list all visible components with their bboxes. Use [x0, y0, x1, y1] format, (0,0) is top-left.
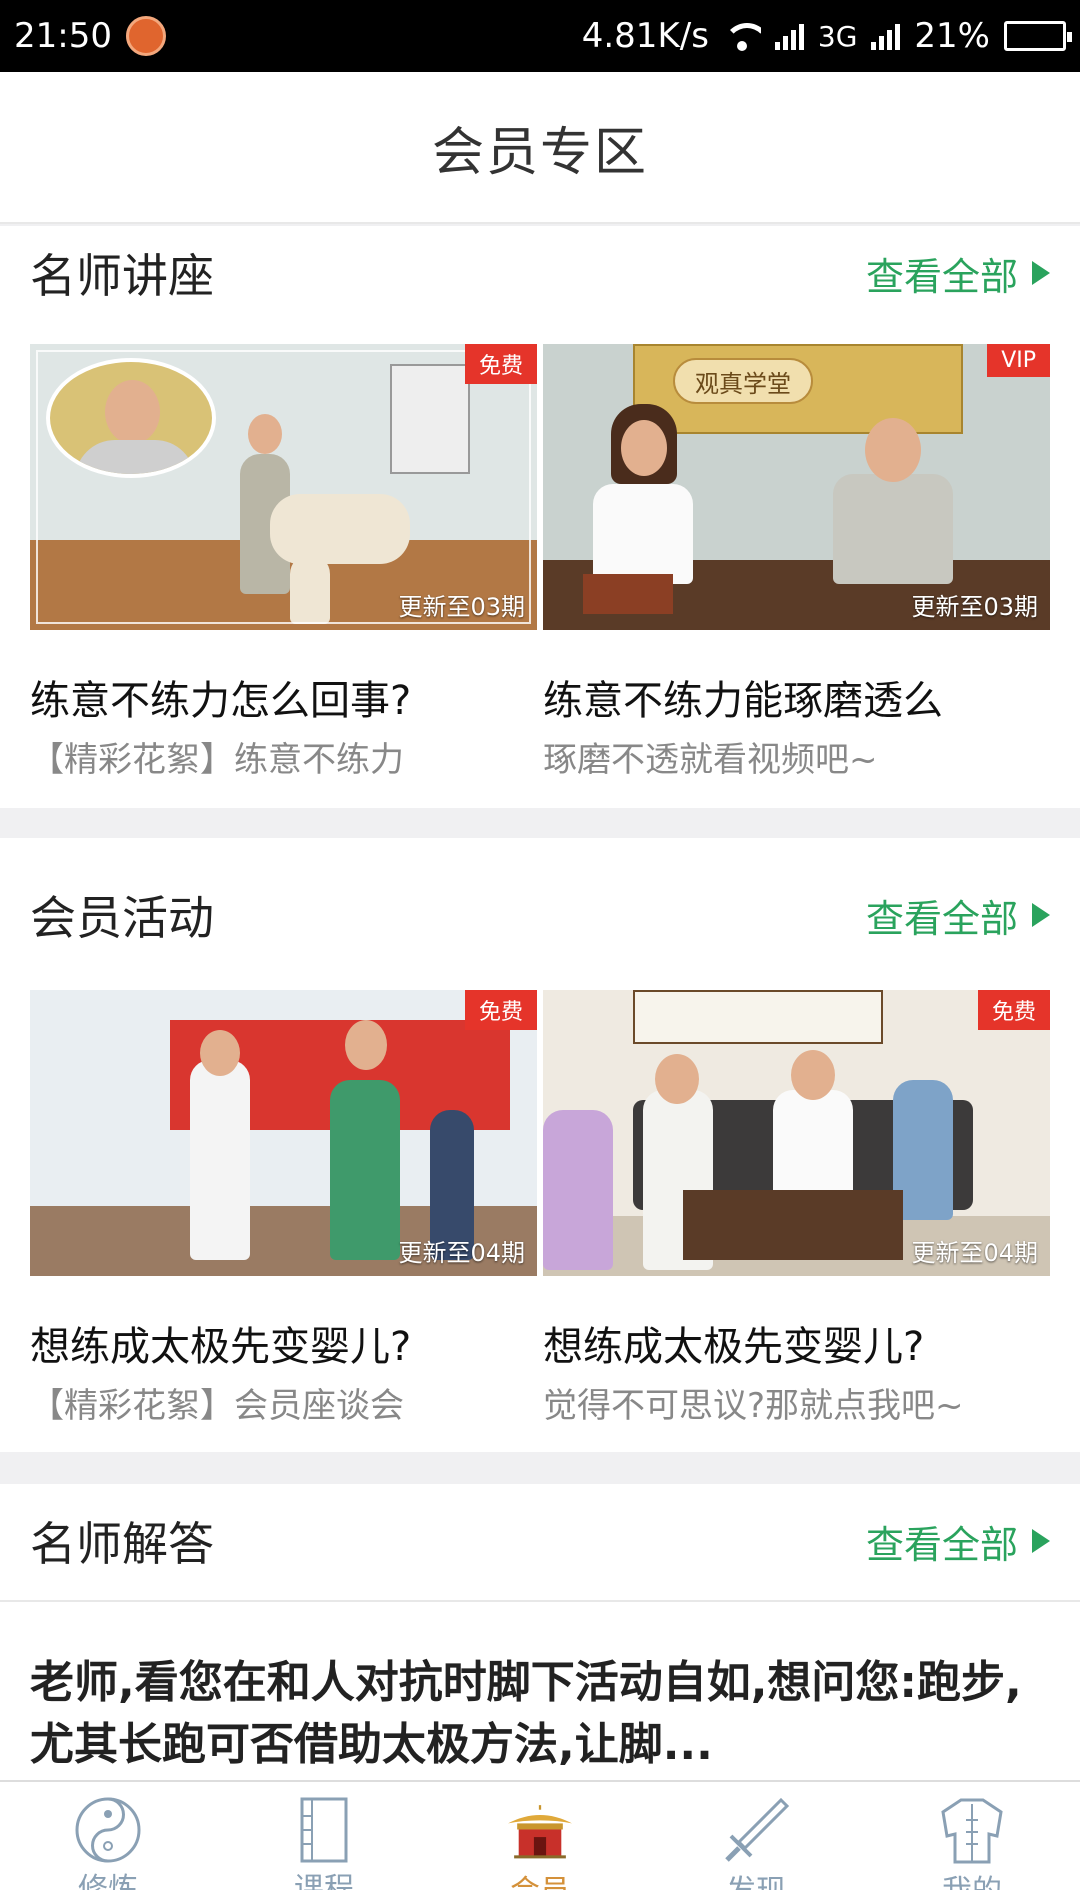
tab-label: 会员: [510, 1866, 570, 1890]
card-subtitle: 【精彩花絮】练意不练力: [30, 740, 404, 780]
card-title: 练意不练力怎么回事?: [30, 678, 412, 724]
tab-label: 课程: [294, 1872, 354, 1890]
video-thumbnail: 观真学堂 VIP 更新至03期: [543, 344, 1050, 630]
tab-label: 发现: [726, 1866, 786, 1890]
update-label: 更新至04期: [398, 1239, 525, 1267]
section-title: 名师解答: [30, 1517, 214, 1571]
view-all-label: 查看全部: [865, 254, 1018, 299]
update-label: 更新至04期: [911, 1239, 1038, 1267]
battery-percent: 21%: [914, 16, 990, 56]
card-subtitle: 觉得不可思议?那就点我吧~: [543, 1386, 964, 1426]
free-badge: 免费: [464, 990, 537, 1030]
video-thumbnail: 免费 更新至03期: [30, 344, 537, 630]
play-arrow-icon: [1032, 261, 1050, 285]
activity-card-2[interactable]: 免费 更新至04期 想练成太极先变婴儿? 觉得不可思议?那就点我吧~: [543, 990, 1050, 1427]
card-title: 想练成太极先变婴儿?: [30, 1324, 412, 1370]
app-notification-icon: [125, 16, 166, 56]
sword-icon: [721, 1796, 791, 1866]
play-arrow-icon: [1032, 903, 1050, 927]
network-type: 3G: [817, 19, 858, 53]
network-speed: 4.81K/s: [581, 16, 709, 56]
status-bar: 21:50 4.81K/s 3G 21%: [0, 0, 1080, 72]
question-text: 老师,看您在和人对抗时脚下活动自如,想问您:跑步,尤其长跑可否借助太极方法,让脚…: [30, 1657, 1022, 1770]
vip-badge: VIP: [987, 344, 1050, 377]
card-subtitle: 【精彩花絮】会员座谈会: [30, 1386, 404, 1426]
tab-label: 我的: [942, 1866, 1002, 1890]
tab-members[interactable]: 会员: [432, 1782, 648, 1890]
pavilion-icon: [505, 1796, 575, 1866]
section-lectures: 名师讲座 查看全部 免费 更新至03期 练意不练力怎么回事? 【精彩花絮】练意不…: [0, 226, 1080, 808]
update-label: 更新至03期: [398, 593, 525, 621]
section-activities: 会员活动 查看全部 免费 更新至04期 想练成太极先变婴儿? 【精彩花絮】会员座…: [0, 838, 1080, 1452]
book-icon: [289, 1796, 359, 1864]
video-thumbnail: 免费 更新至04期: [543, 990, 1050, 1276]
lecture-card-1[interactable]: 免费 更新至03期 练意不练力怎么回事? 【精彩花絮】练意不练力: [30, 344, 537, 781]
view-all-answers-link[interactable]: 查看全部: [866, 1514, 1050, 1569]
taiji-icon: [73, 1796, 143, 1864]
section-answers: 名师解答 查看全部: [0, 1484, 1080, 1600]
view-all-lectures-link[interactable]: 查看全部: [866, 246, 1050, 301]
robe-icon: [937, 1796, 1007, 1866]
play-arrow-icon: [1032, 1529, 1050, 1553]
status-time: 21:50: [14, 16, 112, 56]
view-all-label: 查看全部: [865, 896, 1018, 941]
tab-courses[interactable]: 课程: [216, 1782, 432, 1890]
card-subtitle: 琢磨不透就看视频吧~: [543, 740, 878, 780]
page-title: 会员专区: [431, 122, 648, 183]
activity-card-1[interactable]: 免费 更新至04期 想练成太极先变婴儿? 【精彩花絮】会员座谈会: [30, 990, 537, 1427]
card-title: 想练成太极先变婴儿?: [543, 1324, 925, 1370]
wifi-icon: [722, 21, 761, 51]
signal-icon-2: [871, 22, 901, 50]
tab-label: 修炼: [78, 1872, 138, 1890]
bottom-tab-bar: 修炼 课程 会员 发现 我的: [0, 1780, 1080, 1890]
thumb-caption: 观真学堂: [673, 358, 813, 404]
tab-practice[interactable]: 修炼: [0, 1782, 216, 1890]
view-all-label: 查看全部: [865, 1522, 1018, 1567]
view-all-activities-link[interactable]: 查看全部: [866, 888, 1050, 943]
section-title: 名师讲座: [30, 249, 214, 303]
page-header: 会员专区: [0, 72, 1080, 224]
video-thumbnail: 免费 更新至04期: [30, 990, 537, 1276]
lecture-card-2[interactable]: 观真学堂 VIP 更新至03期 练意不练力能琢磨透么 琢磨不透就看视频吧~: [543, 344, 1050, 781]
tab-mine[interactable]: 我的: [864, 1782, 1080, 1890]
battery-icon: [1004, 21, 1072, 51]
section-title: 会员活动: [30, 891, 214, 945]
signal-icon: [774, 22, 804, 50]
update-label: 更新至03期: [911, 593, 1038, 621]
free-badge: 免费: [977, 990, 1050, 1030]
answer-item[interactable]: 老师,看您在和人对抗时脚下活动自如,想问您:跑步,尤其长跑可否借助太极方法,让脚…: [0, 1600, 1080, 1780]
free-badge: 免费: [464, 344, 537, 384]
card-title: 练意不练力能琢磨透么: [543, 678, 943, 724]
tab-discover[interactable]: 发现: [648, 1782, 864, 1890]
